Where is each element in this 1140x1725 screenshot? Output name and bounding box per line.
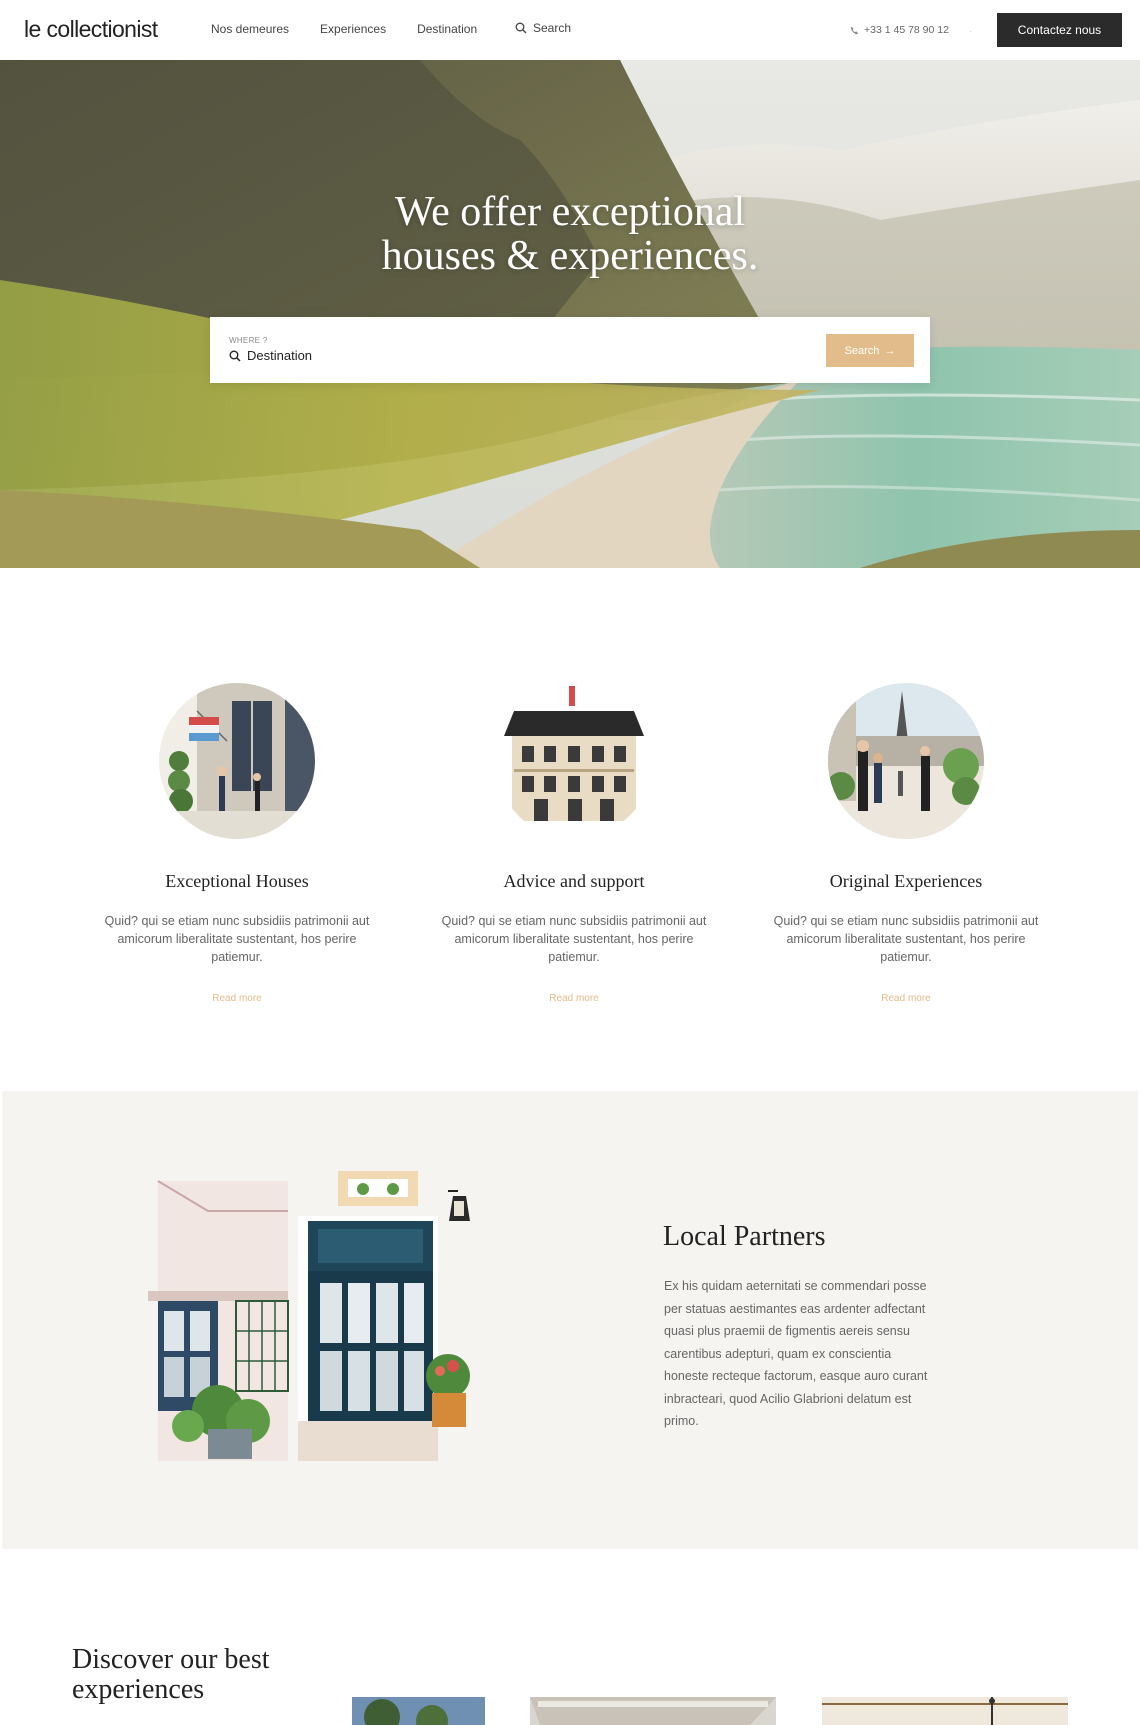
nav-item-destination[interactable]: Destination — [417, 22, 477, 36]
storefront-illustration — [148, 1171, 470, 1461]
phone-icon — [850, 26, 859, 34]
nav-search-label: Search — [533, 21, 572, 35]
exceptional-houses-illustration — [159, 683, 315, 839]
local-partners-section: Local Partners Ex his quidam aeternitati… — [2, 1091, 1138, 1549]
advice-support-illustration — [496, 683, 652, 839]
partners-text: Ex his quidam aeternitati se commendari … — [664, 1279, 928, 1428]
original-experiences-illustration — [828, 683, 984, 839]
arrow-right-icon: → — [884, 344, 896, 357]
feature-text: Quid? qui se etiam nunc subsidiis patrim… — [773, 914, 1039, 964]
site-header: le collectionist Nos demeures Experience… — [0, 0, 1140, 60]
search-icon — [515, 22, 527, 34]
hero-landscape-image — [0, 60, 1140, 568]
experience-image — [530, 1697, 776, 1725]
hero-title-line2: houses & experiences. — [381, 233, 759, 279]
read-more-link[interactable]: Read more — [212, 993, 261, 1004]
separator-dot: · — [969, 26, 973, 37]
destination-search-box: WHERE ? Destination Search → — [210, 317, 930, 383]
experience-thumbnail[interactable] — [822, 1697, 1068, 1725]
read-more-link[interactable]: Read more — [881, 993, 930, 1004]
hero-title-line1: We offer exceptional — [394, 189, 746, 235]
discover-title: Discover our best experiences — [72, 1645, 270, 1705]
destination-input[interactable]: Destination — [229, 348, 312, 363]
experience-thumbnail[interactable] — [530, 1697, 776, 1725]
nav-item-experiences[interactable]: Experiences — [320, 22, 386, 36]
feature-title: Original Experiences — [829, 871, 983, 891]
contact-button[interactable]: Contactez nous — [997, 13, 1122, 47]
destination-value: Destination — [247, 348, 313, 363]
phone-link[interactable]: +33 1 45 78 90 12 — [850, 24, 949, 36]
where-label: WHERE ? — [229, 336, 268, 345]
experience-thumbnail[interactable] — [352, 1697, 485, 1725]
feature-title: Exceptional Houses — [165, 871, 309, 891]
discover-title-line1: Discover our best — [72, 1644, 270, 1675]
experience-image — [352, 1697, 485, 1725]
nav-search[interactable]: Search — [515, 21, 571, 35]
features-section: Exceptional Houses Quid? qui se etiam nu… — [0, 568, 1140, 1090]
search-button[interactable]: Search → — [826, 334, 914, 367]
feature-title: Advice and support — [503, 871, 645, 891]
feature-exceptional-houses: Exceptional Houses Quid? qui se etiam nu… — [87, 681, 387, 1006]
feature-text: Quid? qui se etiam nunc subsidiis patrim… — [104, 914, 370, 964]
read-more-link[interactable]: Read more — [549, 993, 598, 1004]
feature-text: Quid? qui se etiam nunc subsidiis patrim… — [441, 914, 707, 964]
search-icon — [229, 350, 241, 362]
partners-title: Local Partners — [663, 1221, 826, 1252]
main-nav: Nos demeures Experiences Destination — [211, 22, 477, 36]
nav-item-nos-demeures[interactable]: Nos demeures — [211, 22, 289, 36]
search-button-label: Search — [844, 344, 880, 357]
feature-original-experiences: Original Experiences Quid? qui se etiam … — [756, 681, 1056, 1006]
phone-number: +33 1 45 78 90 12 — [864, 24, 949, 36]
experience-image — [822, 1697, 1068, 1725]
hero: We offer exceptional houses & experience… — [0, 60, 1140, 568]
feature-advice-support: Advice and support Quid? qui se etiam nu… — [424, 681, 724, 1006]
hero-title: We offer exceptional houses & experience… — [0, 190, 1140, 278]
logo[interactable]: le collectionist — [24, 16, 158, 43]
discover-title-line2: experiences — [72, 1674, 205, 1705]
